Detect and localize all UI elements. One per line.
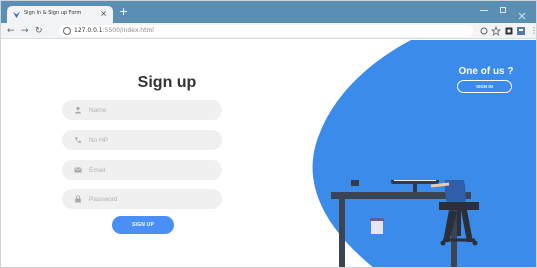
sign-in-button[interactable]: SIGN IN xyxy=(457,80,512,93)
back-arrow-icon[interactable]: ← xyxy=(7,25,15,37)
sign-up-button[interactable]: SIGN UP xyxy=(112,216,174,234)
browser-tab[interactable]: Sign In & Sign up Form × xyxy=(7,6,113,23)
menu-kebab-icon[interactable]: ⋮ xyxy=(530,25,536,37)
email-field[interactable] xyxy=(62,160,222,180)
profile-icon[interactable] xyxy=(516,26,526,36)
address-bar[interactable]: 127.0.0.1:5500/index.html xyxy=(59,25,473,37)
name-input[interactable] xyxy=(89,103,214,117)
name-field[interactable] xyxy=(62,100,222,120)
maximize-icon[interactable] xyxy=(500,7,506,13)
url-path: :5500/index.html xyxy=(102,27,154,34)
password-field[interactable] xyxy=(62,189,222,209)
share-icon[interactable] xyxy=(479,26,489,36)
panel-heading: One of us ? xyxy=(458,66,514,77)
new-tab-button[interactable]: + xyxy=(119,6,128,18)
phone-icon xyxy=(75,137,81,143)
tab-close-icon[interactable]: × xyxy=(100,8,107,20)
phone-field[interactable] xyxy=(62,130,222,150)
extension-icon[interactable] xyxy=(504,26,514,36)
site-info-icon[interactable] xyxy=(63,27,71,35)
tab-strip: Sign In & Sign up Form × + xyxy=(1,1,536,23)
user-icon xyxy=(75,106,81,114)
favicon-icon xyxy=(12,11,21,19)
lock-icon xyxy=(75,195,81,203)
bookmark-star-icon[interactable] xyxy=(491,26,501,36)
browser-toolbar: ← → ↻ 127.0.0.1:5500/index.html ⋮ xyxy=(1,23,536,39)
reload-icon[interactable]: ↻ xyxy=(35,25,43,37)
trash-bin xyxy=(371,220,383,234)
email-input[interactable] xyxy=(89,163,214,177)
close-window-icon[interactable] xyxy=(518,5,526,20)
tab-title: Sign In & Sign up Form xyxy=(24,10,82,16)
password-input[interactable] xyxy=(89,192,214,206)
page-content: Sign up Name No HP Email SIGN UP One of … xyxy=(1,40,536,267)
desk-illustration xyxy=(331,180,479,267)
window-controls xyxy=(472,5,532,20)
page-title: Sign up xyxy=(137,74,197,91)
chair xyxy=(439,202,479,210)
url-text: 127.0.0.1:5500/index.html xyxy=(74,27,154,34)
forward-arrow-icon[interactable]: → xyxy=(21,25,29,37)
envelope-icon xyxy=(74,167,82,173)
url-host: 127.0.0.1 xyxy=(74,27,103,34)
phone-input[interactable] xyxy=(89,133,214,147)
browser-window: Sign In & Sign up Form × + ← → ↻ 127.0.0… xyxy=(0,0,537,268)
minimize-icon[interactable] xyxy=(480,10,488,11)
